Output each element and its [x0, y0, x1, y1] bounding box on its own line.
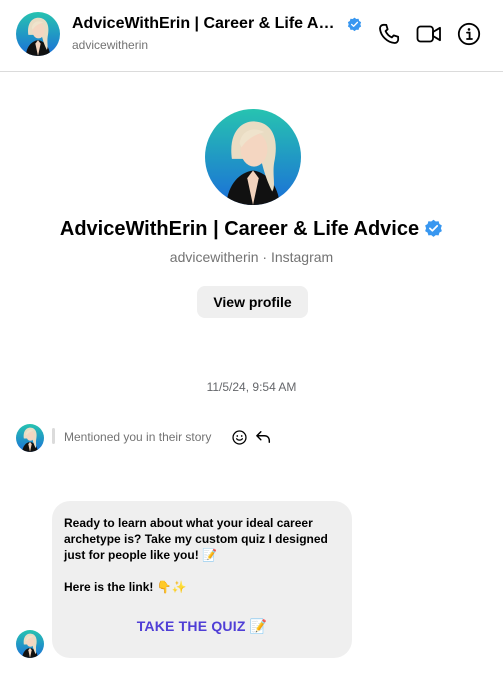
profile-avatar[interactable] [205, 109, 301, 205]
message-text: Ready to learn about what your ideal car… [64, 516, 328, 594]
profile-name: AdviceWithErin | Career & Life Advice [59, 218, 420, 240]
message-timestamp: 11/5/24, 9:54 AM [206, 380, 297, 394]
profile-subtitle: advicewitherin · Instagram [169, 249, 334, 265]
phone-call-button[interactable] [375, 20, 403, 48]
contact-name[interactable]: AdviceWithErin | Career & Life Advice [72, 15, 338, 33]
sender-avatar[interactable] [16, 630, 44, 658]
phone-icon [379, 23, 400, 44]
profile-name-row: AdviceWithErin | Career & Life Advice [0, 218, 503, 241]
reply-icon [256, 431, 271, 443]
video-icon [416, 25, 441, 43]
verified-icon [347, 17, 362, 32]
contact-username: advicewitherin [72, 38, 149, 52]
quiz-link[interactable]: TAKE THE QUIZ 📝 [52, 618, 352, 635]
emoji-icon [231, 429, 247, 445]
view-profile-button[interactable]: View profile [197, 286, 308, 318]
info-icon [457, 22, 481, 46]
reply-button[interactable] [253, 427, 273, 447]
story-mention-divider [52, 428, 55, 444]
react-button[interactable] [229, 427, 249, 447]
info-button[interactable] [455, 20, 483, 48]
verified-icon [424, 219, 443, 238]
sender-avatar[interactable] [16, 424, 44, 452]
avatar[interactable] [16, 12, 60, 56]
story-mention-text: Mentioned you in their story [64, 430, 212, 444]
video-call-button[interactable] [415, 20, 443, 48]
message-bubble[interactable]: Ready to learn about what your ideal car… [52, 501, 352, 658]
chat-header: AdviceWithErin | Career & Life Advice ad… [0, 0, 503, 72]
